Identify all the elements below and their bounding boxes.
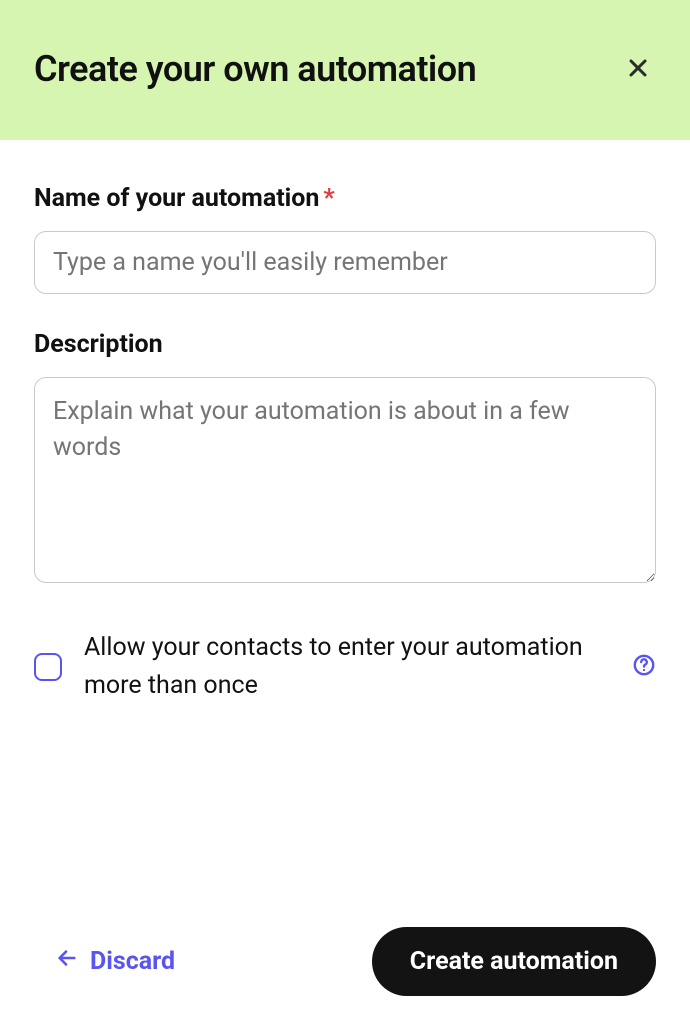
modal-title: Create your own automation (34, 48, 476, 90)
close-icon (626, 56, 650, 83)
description-textarea[interactable] (34, 377, 656, 583)
field-group-description: Description (34, 330, 656, 587)
create-automation-button[interactable]: Create automation (372, 927, 656, 996)
modal-footer: Discard Create automation (0, 903, 690, 1024)
name-label: Name of your automation* (34, 184, 656, 213)
help-icon (632, 653, 656, 680)
reentry-help-button[interactable] (632, 653, 656, 680)
close-button[interactable] (620, 50, 656, 89)
reentry-checkbox[interactable] (34, 653, 62, 681)
modal-body: Name of your automation* Description All… (0, 140, 690, 903)
discard-button[interactable]: Discard (56, 947, 175, 976)
arrow-left-icon (56, 947, 78, 976)
name-label-text: Name of your automation (34, 184, 319, 213)
description-label: Description (34, 330, 656, 359)
name-input[interactable] (34, 231, 656, 294)
reentry-label: Allow your contacts to enter your automa… (84, 629, 610, 704)
discard-label: Discard (90, 947, 175, 976)
modal-header: Create your own automation (0, 0, 690, 140)
required-mark: * (323, 184, 334, 213)
reentry-row: Allow your contacts to enter your automa… (34, 629, 656, 704)
field-group-name: Name of your automation* (34, 184, 656, 294)
